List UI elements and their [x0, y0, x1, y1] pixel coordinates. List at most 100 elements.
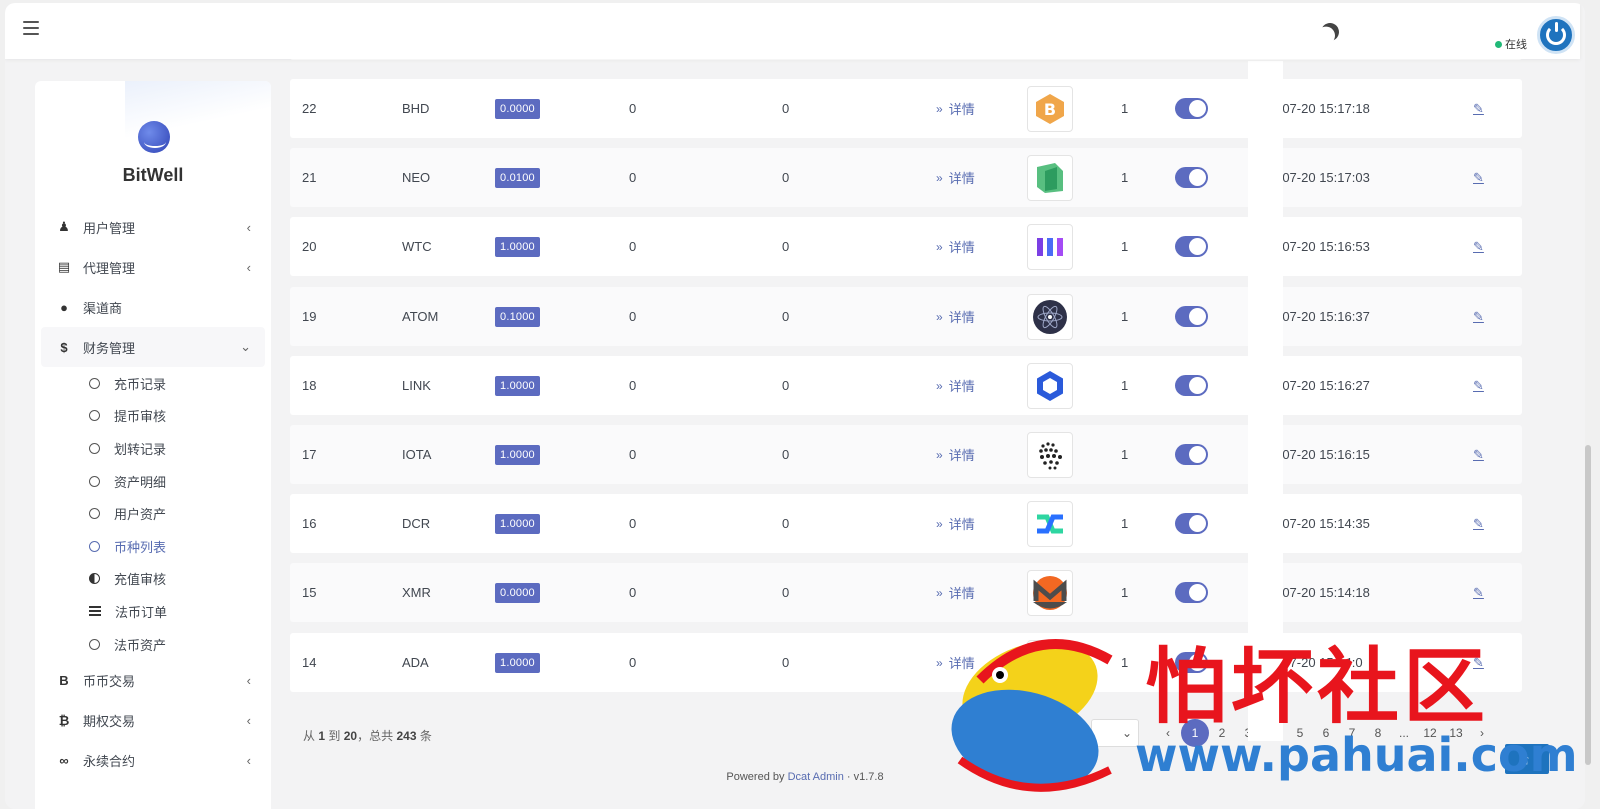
pagination-page-button[interactable]: 5	[1287, 719, 1313, 747]
sidebar: BitWell ♟ 用户管理 ‹ ▤ 代理管理 ‹ ● 渠道商 $ 财务管理 ⌄	[35, 81, 271, 809]
row-rate-cell: 0.0000	[495, 563, 540, 622]
sidebar-item-label: 渠道商	[83, 300, 123, 316]
sidebar-item-label: 财务管理	[83, 340, 136, 356]
page-scrollbar[interactable]	[1585, 445, 1591, 765]
summary-total: 243	[396, 729, 417, 743]
row-detail-label: 详情	[948, 310, 975, 325]
row-rate-badge: 0.1000	[495, 306, 540, 327]
dollar-icon: $	[60, 339, 68, 355]
sidebar-subitem-recharge-review[interactable]: 充值审核	[41, 563, 265, 596]
link-icon: ∞	[59, 752, 69, 768]
sidebar-item-options-trading[interactable]: ₿ 期权交易 ‹	[41, 700, 265, 740]
sidebar-subitem-deposit-records[interactable]: 充币记录	[41, 367, 265, 400]
edit-icon[interactable]: ✎	[1473, 563, 1484, 622]
edit-icon[interactable]: ✎	[1473, 633, 1484, 692]
dark-mode-toggle-icon[interactable]	[1318, 20, 1341, 43]
edit-icon[interactable]: ✎	[1473, 217, 1484, 276]
row-sort-number: 1	[1121, 101, 1129, 116]
pagination-ellipsis: ...	[1398, 726, 1409, 740]
row-status-cell	[1175, 633, 1208, 692]
row-currency-name: XMR	[402, 585, 431, 600]
sidebar-subitem-user-assets[interactable]: 用户资产	[41, 497, 265, 530]
edit-icon[interactable]: ✎	[1473, 425, 1484, 484]
row-currency-name: ATOM	[402, 309, 439, 324]
sidebar-item-finance[interactable]: $ 财务管理 ⌄	[41, 327, 265, 367]
edit-icon[interactable]: ✎	[1473, 148, 1484, 207]
chevron-left-icon: ‹	[246, 672, 251, 688]
row-coin-icon-cell	[1027, 287, 1073, 346]
row-rate-badge: 1.0000	[495, 652, 540, 673]
row-sort-number: 1	[1121, 378, 1129, 393]
sidebar-item-channel[interactable]: ● 渠道商	[41, 287, 265, 327]
sidebar-item-agent-management[interactable]: ▤ 代理管理 ‹	[41, 247, 265, 287]
pagination-page-button[interactable]: 7	[1339, 719, 1365, 747]
row-value-b: 0	[782, 239, 790, 254]
pagination-page-button[interactable]: 6	[1313, 719, 1339, 747]
row-timestamp: -07-20 15:16:37	[1278, 309, 1370, 324]
row-status-toggle[interactable]	[1175, 582, 1208, 603]
row-detail-link[interactable]: » 详情	[936, 79, 975, 138]
iota-coin-icon	[1027, 431, 1073, 478]
row-detail-link[interactable]: » 详情	[936, 217, 975, 276]
sidebar-subitem-withdraw-review[interactable]: 提币审核	[41, 400, 265, 433]
row-detail-link[interactable]: » 详情	[936, 633, 975, 692]
row-detail-link[interactable]: » 详情	[936, 148, 975, 207]
sidebar-subitem-fiat-orders[interactable]: 法币订单	[41, 595, 265, 628]
double-chevron-right-icon: »	[936, 585, 943, 600]
scroll-to-top-button[interactable]: ↑	[1505, 744, 1549, 774]
row-detail-link[interactable]: » 详情	[936, 563, 975, 622]
pagination-page-button[interactable]: 13	[1443, 719, 1469, 747]
sidebar-subitem-label: 法币资产	[114, 637, 167, 653]
circle-icon	[89, 442, 100, 454]
row-detail-link[interactable]: » 详情	[936, 356, 975, 415]
user-avatar[interactable]	[1537, 16, 1575, 54]
online-status: 在线	[1495, 36, 1527, 52]
row-currency-name: LINK	[402, 378, 431, 393]
edit-icon[interactable]: ✎	[1473, 79, 1484, 138]
sidebar-item-user-management[interactable]: ♟ 用户管理 ‹	[41, 207, 265, 247]
row-currency-name: ADA	[402, 655, 429, 670]
row-status-toggle[interactable]	[1175, 306, 1208, 327]
table-row: 21 NEO 0 0 1 -07-20 15:17:03 0.0100 » 详情 ✎	[290, 148, 1522, 207]
ada-coin-icon	[1027, 639, 1073, 686]
sidebar-subitem-currency-list[interactable]: 币种列表	[41, 530, 265, 563]
edit-icon[interactable]: ✎	[1473, 287, 1484, 346]
row-status-toggle[interactable]	[1175, 652, 1208, 673]
bitcoin-icon: ₿	[58, 712, 70, 728]
sidebar-subitem-transfer-records[interactable]: 划转记录	[41, 432, 265, 465]
brand-name: BitWell	[122, 165, 184, 185]
pagination-prev-button[interactable]: ‹	[1155, 719, 1181, 747]
table-row: 15 XMR 0 0 1 -07-20 15:14:18 0.0000 » 详情 ✎	[290, 563, 1522, 622]
pagination-page-button[interactable]: 8	[1365, 719, 1391, 747]
row-status-toggle[interactable]	[1175, 98, 1208, 119]
row-detail-link[interactable]: » 详情	[936, 494, 975, 553]
edit-icon[interactable]: ✎	[1473, 356, 1484, 415]
table-row: 17 IOTA 0 0 1 -07-20 15:16:15 1.0000 » 详情 ✎	[290, 425, 1522, 484]
row-detail-link[interactable]: » 详情	[936, 287, 975, 346]
edit-icon[interactable]: ✎	[1473, 494, 1484, 553]
pagination-next-button[interactable]: ›	[1469, 719, 1495, 747]
pagination-page-button[interactable]: 2	[1209, 719, 1235, 747]
row-status-toggle[interactable]	[1175, 444, 1208, 465]
footer-link[interactable]: Dcat Admin	[788, 771, 844, 783]
sidebar-subitem-asset-details[interactable]: 资产明细	[41, 465, 265, 498]
pagination-page-button[interactable]: 12	[1417, 719, 1443, 747]
sidebar-subitem-label: 充币记录	[114, 376, 167, 392]
sidebar-item-spot-trading[interactable]: B 币币交易 ‹	[41, 660, 265, 700]
row-status-toggle[interactable]	[1175, 375, 1208, 396]
sidebar-subitem-fiat-assets[interactable]: 法币资产	[41, 628, 265, 661]
row-detail-link[interactable]: » 详情	[936, 425, 975, 484]
row-coin-icon-cell	[1027, 425, 1073, 484]
row-status-toggle[interactable]	[1175, 167, 1208, 188]
footer-version: v1.7.8	[853, 771, 884, 783]
row-status-toggle[interactable]	[1175, 513, 1208, 534]
chevron-down-icon: ⌄	[1121, 726, 1132, 740]
row-currency-name: WTC	[402, 239, 432, 254]
menu-toggle-icon[interactable]	[23, 21, 39, 35]
row-coin-icon-cell	[1027, 148, 1073, 207]
pagination-page-button[interactable]: 1	[1181, 719, 1209, 747]
per-page-select[interactable]: ⌄	[1091, 719, 1139, 747]
row-status-toggle[interactable]	[1175, 236, 1208, 257]
row-detail-label: 详情	[948, 586, 975, 601]
row-status-cell	[1175, 148, 1208, 207]
